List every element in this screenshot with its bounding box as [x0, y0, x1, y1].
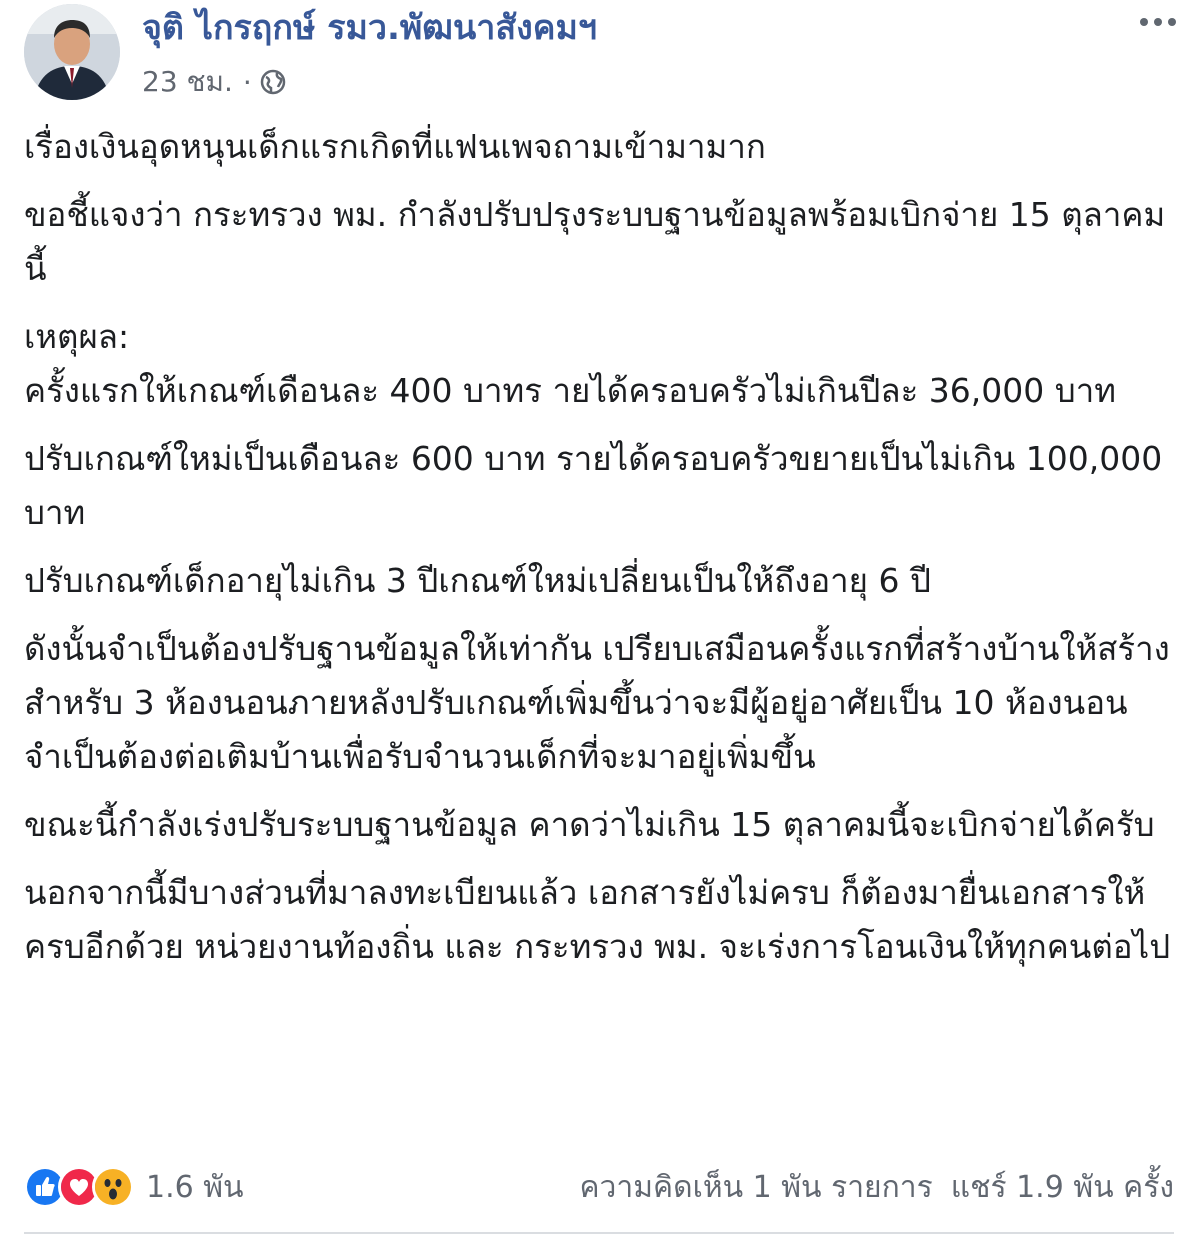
post-paragraph: ขอชี้แจงว่า กระทรวง พม. กำลังปรับปรุงระบ…	[24, 195, 1166, 288]
author-name[interactable]: จุติ ไกรฤกษ์ รมว.พัฒนาสังคมฯ	[142, 4, 597, 52]
post-paragraph: ปรับเกณฑ์เด็กอายุไม่เกิน 3 ปีเกณฑ์ใหม่เป…	[24, 561, 931, 600]
reactions-summary[interactable]: 1.6 พัน	[24, 1164, 244, 1211]
reaction-count[interactable]: 1.6 พัน	[146, 1164, 244, 1211]
avatar[interactable]	[24, 4, 120, 100]
meta-separator: ·	[242, 65, 252, 99]
comments-count[interactable]: ความคิดเห็น 1 พัน รายการ	[579, 1164, 932, 1211]
person-avatar-icon	[24, 4, 120, 100]
post-timestamp[interactable]: 23 ชม.	[142, 60, 233, 104]
post-paragraph: เรื่องเงินอุดหนุนเด็กแรกเกิดที่แฟนเพจถาม…	[24, 127, 766, 166]
post-paragraph: เหตุผล:	[24, 317, 130, 356]
footer-divider	[24, 1232, 1174, 1234]
more-options-button[interactable]	[1130, 4, 1186, 40]
more-dot-icon	[1168, 18, 1176, 26]
post-meta: 23 ชม. ·	[142, 62, 286, 102]
post-footer: 1.6 พัน ความคิดเห็น 1 พัน รายการ แชร์ 1.…	[24, 1160, 1174, 1214]
globe-icon[interactable]	[260, 69, 286, 95]
post-paragraph: ปรับเกณฑ์ใหม่เป็นเดือนละ 600 บาท รายได้ค…	[24, 439, 1173, 532]
shares-count[interactable]: แชร์ 1.9 พัน ครั้ง	[951, 1164, 1174, 1211]
post-paragraph: ครั้งแรกให้เกณฑ์เดือนละ 400 บาทร ายได้คร…	[24, 371, 1116, 410]
more-dot-icon	[1154, 18, 1162, 26]
post-paragraph: ดังนั้นจำเป็นต้องปรับฐานข้อมูลให้เท่ากัน…	[24, 629, 1170, 776]
post-body: เรื่องเงินอุดหนุนเด็กแรกเกิดที่แฟนเพจถาม…	[24, 120, 1180, 988]
more-dot-icon	[1140, 18, 1148, 26]
engagement-stats: ความคิดเห็น 1 พัน รายการ แชร์ 1.9 พัน คร…	[579, 1164, 1174, 1211]
wow-icon	[92, 1166, 134, 1208]
post-paragraph: ขณะนี้กำลังเร่งปรับระบบฐานข้อมูล คาดว่าไ…	[24, 805, 1155, 844]
facebook-post: จุติ ไกรฤกษ์ รมว.พัฒนาสังคมฯ 23 ชม. · เร…	[0, 0, 1200, 1236]
post-paragraph: นอกจากนี้มีบางส่วนที่มาลงทะเบียนแล้ว เอก…	[24, 873, 1171, 966]
